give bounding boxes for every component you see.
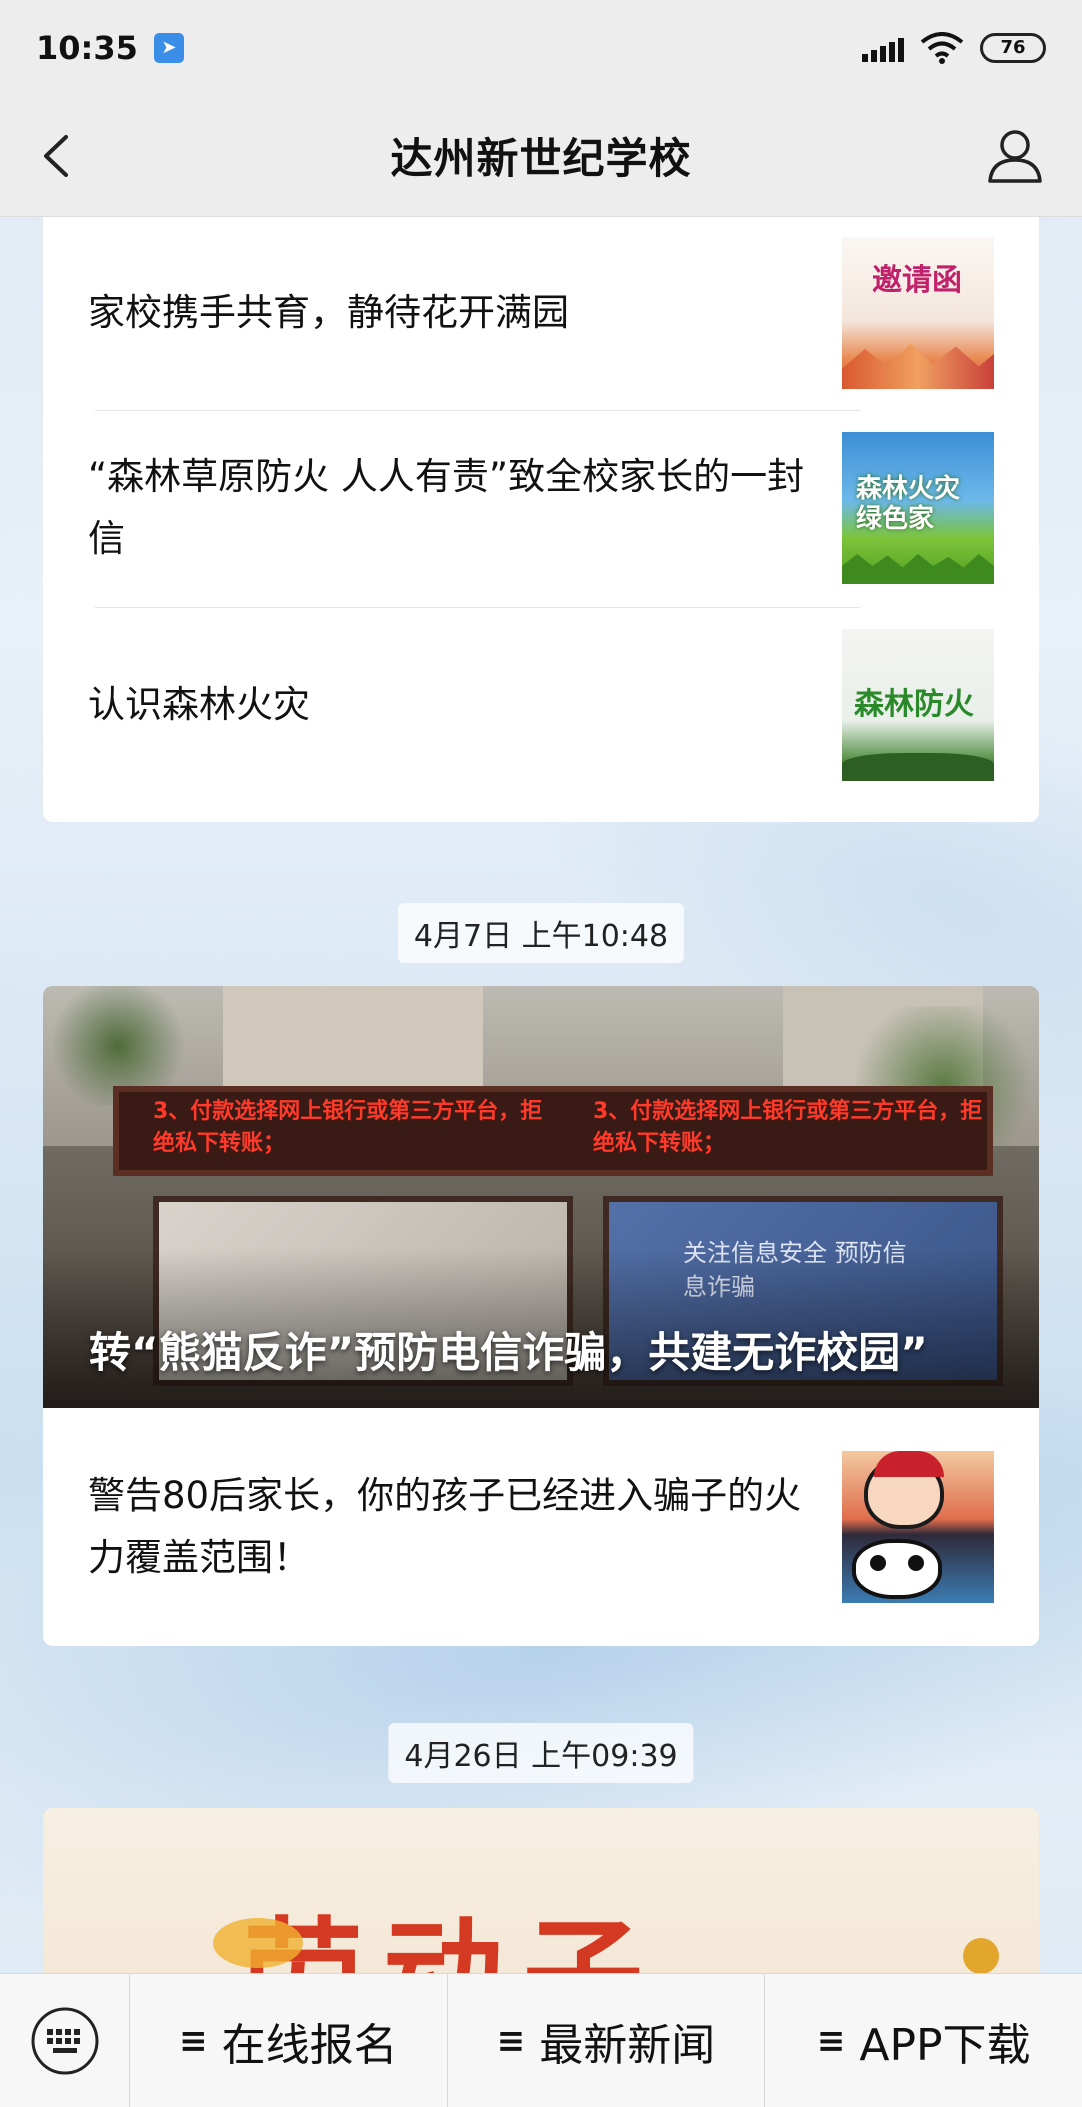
thumbnail-text: 邀请函 [872, 263, 962, 298]
list-item[interactable]: 家校携手共育，静待花开满园 邀请函 [88, 237, 994, 389]
hero-image[interactable]: 3、付款选择网上银行或第三方平台，拒绝私下转账； 3、付款选择网上银行或第三方平… [43, 986, 1039, 1408]
menu-online-registration[interactable]: ≡ 在线报名 [130, 1974, 448, 2107]
list-item[interactable]: 警告80后家长，你的孩子已经进入骗子的火力覆盖范围！ [88, 1451, 994, 1603]
menu-latest-news[interactable]: ≡ 最新新闻 [448, 1974, 766, 2107]
article-title: 家校携手共育，静待花开满园 [88, 291, 569, 334]
list-item[interactable]: 认识森林火灾 森林防火 [88, 629, 994, 781]
article-thumbnail [842, 1451, 994, 1603]
list-item[interactable]: “森林草原防火 人人有责”致全校家长的一封信 森林火灾 绿色家 [88, 432, 994, 584]
article-title: 警告80后家长，你的孩子已经进入骗子的火力覆盖范围！ [88, 1474, 802, 1579]
signal-icon [862, 34, 904, 62]
article-card: 3、付款选择网上银行或第三方平台，拒绝私下转账； 3、付款选择网上银行或第三方平… [43, 986, 1039, 1646]
article-thumbnail: 森林防火 [842, 629, 994, 781]
status-bar: 10:35 ➤ 76 [0, 0, 1082, 95]
nav-bar: 达州新世纪学校 [0, 95, 1082, 217]
chevron-left-icon[interactable] [34, 131, 84, 181]
article-card: 家校携手共育，静待花开满园 邀请函 “森林草原防火 人人有责”致全校家长的一封信… [43, 217, 1039, 822]
article-title: “森林草原防火 人人有责”致全校家长的一封信 [88, 455, 805, 560]
user-icon[interactable] [986, 127, 1044, 185]
menu-label: 最新新闻 [539, 2019, 716, 2071]
status-time: 10:35 [36, 28, 138, 67]
thumbnail-text: 森林火灾 绿色家 [856, 474, 961, 534]
bottom-menu: ≡ 在线报名 ≡ 最新新闻 ≡ APP下载 [0, 1973, 1082, 2107]
hero-sign-text: 3、付款选择网上银行或第三方平台，拒绝私下转账； [593, 1099, 983, 1156]
menu-label: 在线报名 [221, 2019, 398, 2071]
page-title: 达州新世纪学校 [390, 134, 692, 183]
article-thumbnail: 邀请函 [842, 237, 994, 389]
menu-icon: ≡ [179, 2020, 208, 2061]
menu-label: APP下载 [859, 2019, 1031, 2071]
article-thumbnail: 森林火灾 绿色家 [842, 432, 994, 584]
menu-app-download[interactable]: ≡ APP下载 [765, 1974, 1082, 2107]
message-timestamp: 4月26日 上午09:39 [388, 1723, 694, 1783]
message-timestamp: 4月7日 上午10:48 [397, 903, 685, 963]
battery-level: 76 [1000, 37, 1026, 58]
article-title: 认识森林火灾 [88, 683, 310, 726]
wifi-icon [920, 31, 964, 64]
hero-sign-text: 3、付款选择网上银行或第三方平台，拒绝私下转账； [153, 1099, 543, 1156]
battery-icon: 76 [980, 32, 1046, 63]
hero-title: 转“熊猫反诈”预防电信诈骗，共建无诈校园” [89, 1328, 928, 1377]
keyboard-icon [31, 2007, 98, 2074]
menu-icon: ≡ [816, 2020, 846, 2061]
keyboard-toggle-button[interactable] [0, 1974, 130, 2107]
divider [95, 410, 860, 411]
app-notification-icon: ➤ [153, 32, 184, 63]
divider [95, 607, 860, 608]
thumbnail-text: 森林防火 [854, 687, 974, 722]
menu-icon: ≡ [496, 2020, 526, 2061]
